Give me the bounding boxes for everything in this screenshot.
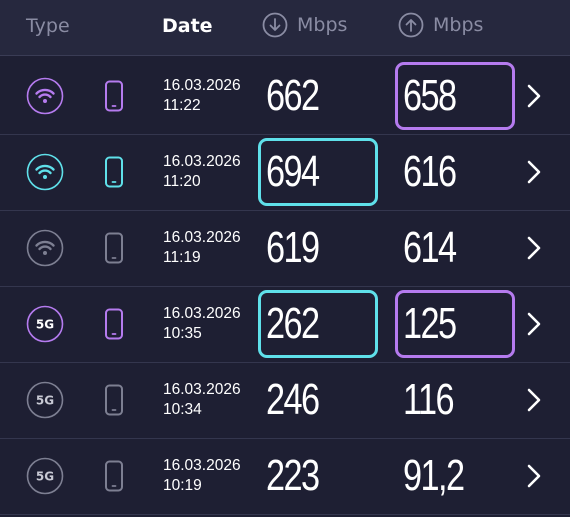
- upload-speed-value: 616: [403, 147, 457, 196]
- result-row[interactable]: 5G 16.03.2026 10:35 262 125: [0, 286, 570, 363]
- 5g-icon: 5G: [26, 457, 64, 495]
- wifi-icon: [26, 77, 64, 115]
- download-speed-value: 619: [266, 223, 320, 272]
- upload-speed-value: 91,2: [403, 451, 465, 500]
- smartphone-icon: [105, 460, 123, 492]
- upload-speed-value: 614: [403, 223, 457, 272]
- smartphone-icon: [105, 232, 123, 264]
- result-time: 10:19: [163, 477, 202, 494]
- result-date: 16.03.2026: [163, 153, 241, 170]
- result-date: 16.03.2026: [163, 457, 241, 474]
- result-row[interactable]: 5G 16.03.2026 10:34 246 116: [0, 362, 570, 439]
- smartphone-icon: [105, 156, 123, 188]
- result-date: 16.03.2026: [163, 229, 241, 246]
- result-datetime: 16.03.2026 11:19: [163, 228, 241, 268]
- result-datetime: 16.03.2026 11:22: [163, 76, 241, 116]
- result-time: 10:35: [163, 325, 202, 342]
- upload-unit-label: Mbps: [433, 14, 484, 36]
- result-time: 11:20: [163, 173, 201, 190]
- smartphone-icon: [105, 80, 123, 112]
- 5g-icon: 5G: [26, 381, 64, 419]
- download-speed-value: 262: [266, 299, 320, 348]
- result-row[interactable]: 16.03.2026 11:22 662 658: [0, 58, 570, 135]
- result-date: 16.03.2026: [163, 381, 241, 398]
- chevron-right-icon[interactable]: [524, 462, 544, 490]
- upload-speed-value: 658: [403, 71, 457, 120]
- chevron-right-icon[interactable]: [524, 386, 544, 414]
- smartphone-icon: [105, 308, 123, 340]
- upload-column-header[interactable]: Mbps: [398, 12, 483, 38]
- type-column-header: Type: [26, 15, 70, 37]
- result-datetime: 16.03.2026 11:20: [163, 152, 241, 192]
- result-datetime: 16.03.2026 10:19: [163, 456, 241, 496]
- 5g-icon: 5G: [26, 305, 64, 343]
- result-date: 16.03.2026: [163, 77, 241, 94]
- download-unit-label: Mbps: [297, 14, 348, 36]
- upload-speed-value: 116: [403, 375, 455, 424]
- chevron-right-icon[interactable]: [524, 310, 544, 338]
- result-row[interactable]: 16.03.2026 11:19 619 614: [0, 210, 570, 287]
- 5g-label: 5G: [36, 394, 54, 408]
- download-speed-value: 694: [266, 147, 320, 196]
- upload-arrow-icon: [398, 12, 424, 38]
- result-time: 10:34: [163, 401, 202, 418]
- wifi-icon: [26, 229, 64, 267]
- result-row[interactable]: 5G 16.03.2026 10:19 223 91,2: [0, 438, 570, 515]
- chevron-right-icon[interactable]: [524, 234, 544, 262]
- upload-speed-value: 125: [403, 299, 457, 348]
- results-header: Type Date Mbps Mbps: [0, 0, 570, 56]
- result-datetime: 16.03.2026 10:34: [163, 380, 241, 420]
- download-speed-value: 223: [266, 451, 320, 500]
- download-speed-value: 246: [266, 375, 320, 424]
- chevron-right-icon[interactable]: [524, 82, 544, 110]
- 5g-label: 5G: [36, 318, 54, 332]
- download-speed-value: 662: [266, 71, 320, 120]
- wifi-icon: [26, 153, 64, 191]
- chevron-right-icon[interactable]: [524, 158, 544, 186]
- download-column-header[interactable]: Mbps: [262, 12, 347, 38]
- result-time: 11:22: [163, 97, 201, 114]
- result-datetime: 16.03.2026 10:35: [163, 304, 241, 344]
- smartphone-icon: [105, 384, 123, 416]
- result-time: 11:19: [163, 249, 201, 266]
- result-row[interactable]: 16.03.2026 11:20 694 616: [0, 134, 570, 211]
- 5g-label: 5G: [36, 470, 54, 484]
- date-column-header[interactable]: Date: [162, 15, 213, 37]
- result-date: 16.03.2026: [163, 305, 241, 322]
- download-arrow-icon: [262, 12, 288, 38]
